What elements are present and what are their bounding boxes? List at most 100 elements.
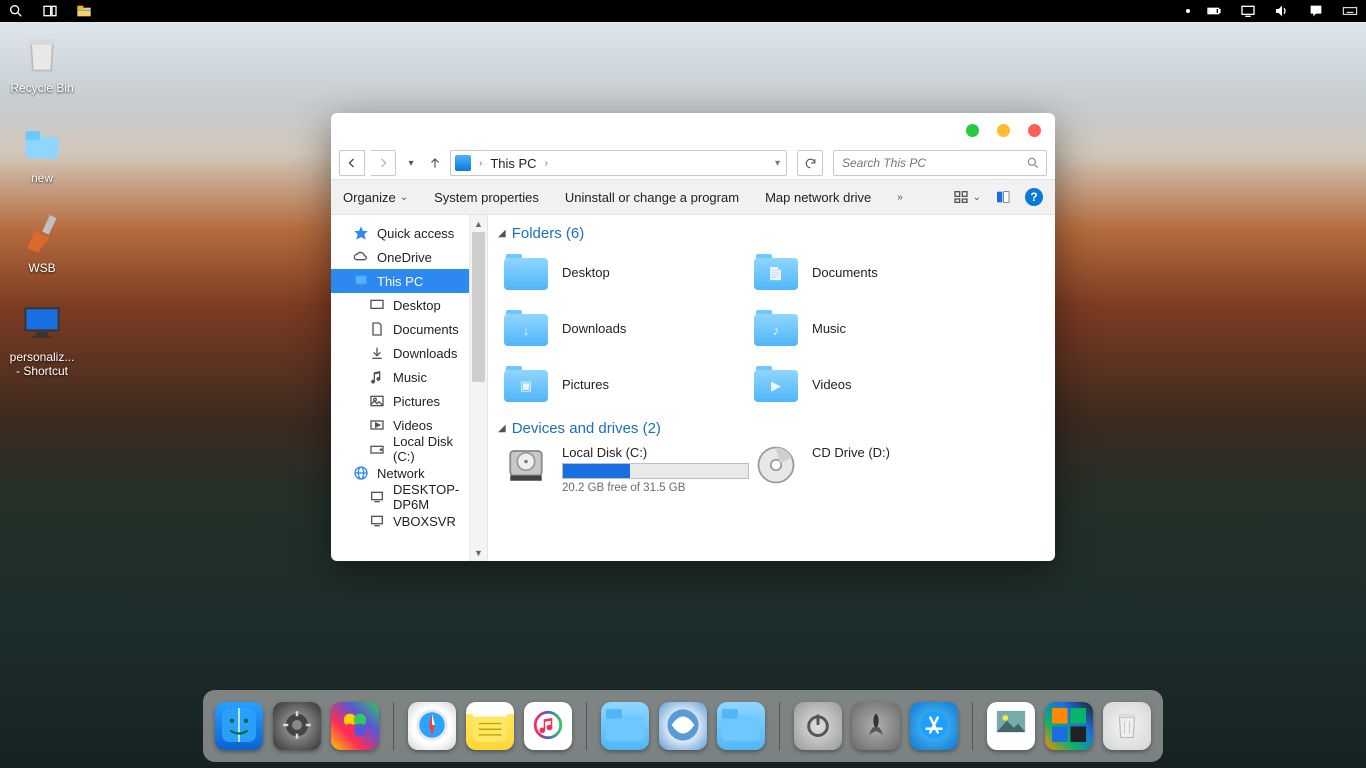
search-icon[interactable] <box>6 1 26 21</box>
dock-folder[interactable] <box>717 702 765 750</box>
drive-cd-drive-d-[interactable]: CD Drive (D:) <box>754 445 1004 494</box>
uninstall-button[interactable]: Uninstall or change a program <box>565 190 739 205</box>
dock-folder[interactable] <box>601 702 649 750</box>
help-button[interactable]: ? <box>1025 188 1043 206</box>
search-box[interactable] <box>833 150 1047 176</box>
sidebar-item-desktop[interactable]: Desktop <box>331 293 470 317</box>
folder-label: Videos <box>812 377 852 392</box>
minimize-button[interactable] <box>966 124 979 137</box>
battery-icon[interactable] <box>1204 1 1224 21</box>
doc-icon <box>369 321 385 337</box>
sidebar-item-downloads[interactable]: Downloads <box>331 341 470 365</box>
folder-pictures[interactable]: ▣Pictures <box>504 362 754 406</box>
sidebar-scrollbar[interactable]: ▲ ▼ <box>469 215 487 561</box>
sidebar-item-vboxsvr[interactable]: VBOXSVR <box>331 509 470 533</box>
sidebar-item-music[interactable]: Music <box>331 365 470 389</box>
itunes-icon <box>531 708 565 745</box>
drives-group-header[interactable]: ◢ Devices and drives (2) <box>498 420 1045 437</box>
folder-videos[interactable]: ▶Videos <box>754 362 1004 406</box>
sidebar-item-label: Desktop <box>393 298 441 313</box>
desktop-icon-new-folder[interactable]: new <box>4 120 80 186</box>
folder-desktop[interactable]: Desktop <box>504 250 754 294</box>
view-options-button[interactable]: ⌄ <box>953 189 981 205</box>
desktop-icon-recycle-bin[interactable]: Recycle Bin <box>4 30 80 96</box>
action-center-icon[interactable] <box>1306 1 1326 21</box>
back-button[interactable] <box>339 150 365 176</box>
file-explorer-taskbar-icon[interactable] <box>74 1 94 21</box>
map-network-drive-button[interactable]: Map network drive <box>765 190 871 205</box>
folder-icon <box>504 254 548 290</box>
dock-settings[interactable] <box>273 702 321 750</box>
sidebar-item-label: Documents <box>393 322 459 337</box>
folder-icon: 📄 <box>754 254 798 290</box>
folders-group-header[interactable]: ◢ Folders (6) <box>498 225 1045 242</box>
dock-launch[interactable] <box>852 702 900 750</box>
folder-music[interactable]: ♪Music <box>754 306 1004 350</box>
sidebar-item-quick-access[interactable]: Quick access <box>331 221 470 245</box>
forward-button[interactable] <box>371 150 396 176</box>
dock-game[interactable] <box>331 702 379 750</box>
display-icon[interactable] <box>1238 1 1258 21</box>
recent-locations-button[interactable]: ▾ <box>402 151 420 175</box>
dock-appstore[interactable] <box>910 702 958 750</box>
folder-downloads[interactable]: ↓Downloads <box>504 306 754 350</box>
sidebar-item-local-disk-c-[interactable]: Local Disk (C:) <box>331 437 470 461</box>
tray-dot-icon[interactable] <box>1186 9 1190 13</box>
dock-itunes[interactable] <box>524 702 572 750</box>
dock-power[interactable] <box>794 702 842 750</box>
dock-separator <box>779 702 780 750</box>
organize-menu[interactable]: Organize⌄ <box>343 190 408 205</box>
preview-pane-button[interactable] <box>995 189 1011 205</box>
sidebar-item-documents[interactable]: Documents <box>331 317 470 341</box>
up-button[interactable] <box>426 151 444 175</box>
scroll-thumb[interactable] <box>472 232 485 382</box>
pic-icon <box>369 393 385 409</box>
task-view-icon[interactable] <box>40 1 60 21</box>
sidebar-item-this-pc[interactable]: This PC <box>331 269 470 293</box>
desktop-icon-label: personaliz...- Shortcut <box>4 351 80 379</box>
chevron-down-icon[interactable]: ▾ <box>773 158 782 169</box>
sidebar-item-onedrive[interactable]: OneDrive <box>331 245 470 269</box>
address-bar[interactable]: › This PC › ▾ <box>450 150 787 176</box>
dock-separator <box>586 702 587 750</box>
search-input[interactable] <box>840 155 1026 171</box>
system-properties-button[interactable]: System properties <box>434 190 539 205</box>
folder-label: Downloads <box>562 321 626 336</box>
this-pc-icon <box>455 155 471 171</box>
sidebar-item-desktop-dp6m[interactable]: DESKTOP-DP6M <box>331 485 470 509</box>
dock-separator <box>393 702 394 750</box>
dock-safari[interactable] <box>408 702 456 750</box>
desktop-icon-label: WSB <box>4 262 80 276</box>
dock-trash[interactable] <box>1103 702 1151 750</box>
desktop-icon-personalize[interactable]: personaliz...- Shortcut <box>4 299 80 379</box>
disk-icon <box>369 441 385 457</box>
address-row: ▾ › This PC › ▾ <box>331 147 1055 179</box>
dock-finder[interactable] <box>215 702 263 750</box>
drive-sub-label: 20.2 GB free of 31.5 GB <box>562 482 754 494</box>
search-icon <box>1026 156 1040 170</box>
dock-photo[interactable] <box>987 702 1035 750</box>
sidebar-item-label: OneDrive <box>377 250 432 265</box>
sidebar-item-label: Pictures <box>393 394 440 409</box>
titlebar[interactable] <box>331 113 1055 147</box>
sidebar-item-pictures[interactable]: Pictures <box>331 389 470 413</box>
cd-icon <box>754 445 798 485</box>
close-button[interactable] <box>1028 124 1041 137</box>
scroll-up-button[interactable]: ▲ <box>470 215 487 232</box>
net-icon <box>353 465 369 481</box>
maximize-button[interactable] <box>997 124 1010 137</box>
more-commands-button[interactable]: » <box>897 192 903 203</box>
dock-grid[interactable] <box>1045 702 1093 750</box>
scroll-down-button[interactable]: ▼ <box>470 544 487 561</box>
dock-yosemite[interactable] <box>659 702 707 750</box>
volume-icon[interactable] <box>1272 1 1292 21</box>
power-icon <box>804 711 832 742</box>
desktop-icon-wsb[interactable]: WSB <box>4 210 80 276</box>
drive-local-disk-c-[interactable]: Local Disk (C:)20.2 GB free of 31.5 GB <box>504 445 754 494</box>
refresh-button[interactable] <box>797 150 823 176</box>
folder-documents[interactable]: 📄Documents <box>754 250 1004 294</box>
collapse-icon: ◢ <box>498 423 506 434</box>
keyboard-icon[interactable] <box>1340 1 1360 21</box>
sidebar-item-label: Network <box>377 466 425 481</box>
dock-notes[interactable] <box>466 702 514 750</box>
